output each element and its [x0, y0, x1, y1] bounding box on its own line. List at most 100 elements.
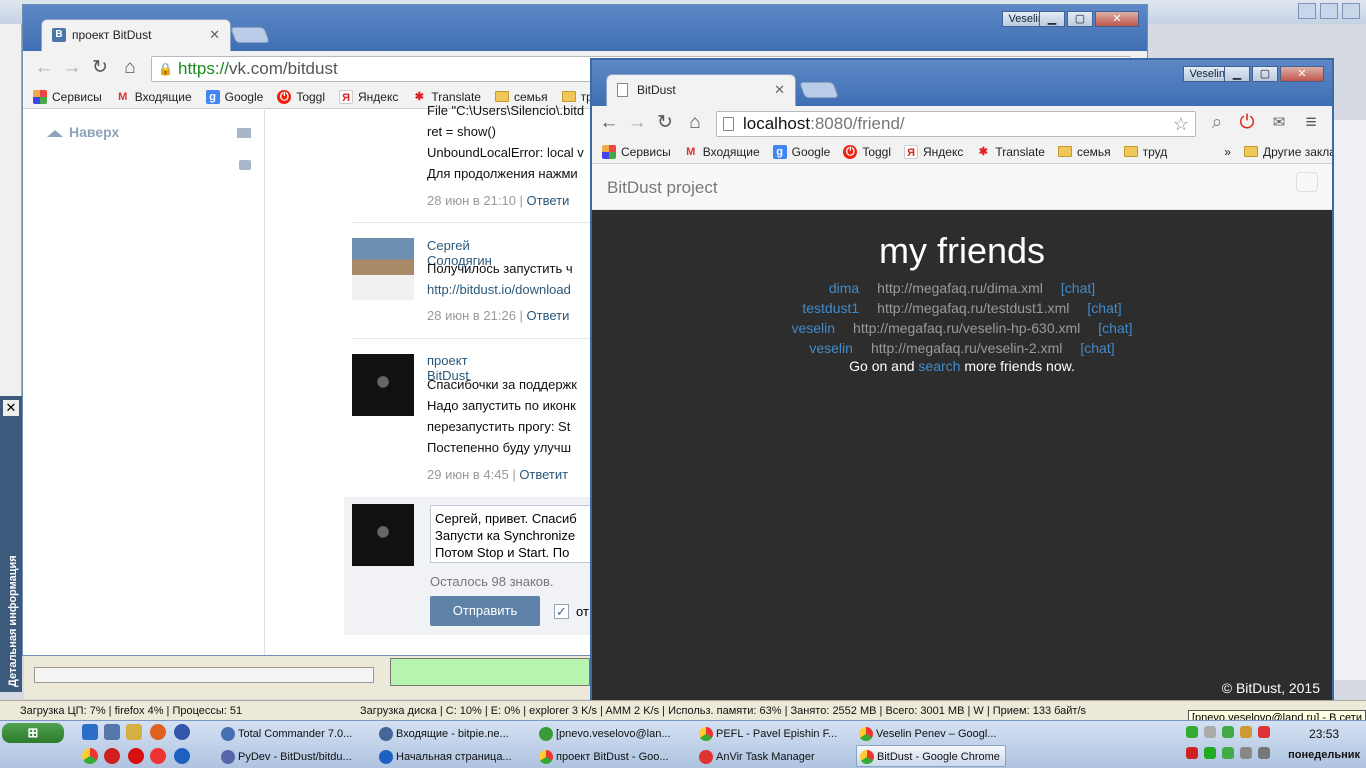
brand[interactable]: BitDust project [607, 178, 718, 198]
tray-icon[interactable] [1186, 726, 1198, 738]
chat-icon[interactable] [239, 160, 251, 170]
bookmark-toggl[interactable]: ⏻ Toggl [843, 144, 891, 159]
quicklaunch-icon[interactable] [150, 724, 166, 740]
tray-icon[interactable] [1204, 747, 1216, 759]
chat-link[interactable]: [chat] [1087, 300, 1121, 316]
home-icon[interactable]: ⌂ [684, 112, 706, 134]
bookmark-services[interactable]: Сервисы [33, 89, 102, 104]
maximize-button[interactable]: ▢ [1067, 11, 1093, 27]
scroll-up-link[interactable]: Наверх [47, 124, 119, 140]
bookmark-inbox[interactable]: M Входящие [684, 145, 760, 159]
tray-icon[interactable] [1222, 747, 1234, 759]
search-icon[interactable]: ⌕ [1206, 112, 1228, 134]
forward-icon[interactable]: → [626, 112, 648, 134]
adblock-icon[interactable]: ⏻ [1236, 112, 1258, 134]
minimize-button[interactable]: ▁ [1224, 66, 1250, 82]
tray-icon[interactable] [1204, 726, 1216, 738]
quicklaunch-icon[interactable] [104, 724, 120, 740]
minimize-button[interactable]: ▁ [1039, 11, 1065, 27]
gmail-checker-icon[interactable]: ✉ [1268, 112, 1290, 134]
opera-icon[interactable] [128, 748, 144, 764]
reload-icon[interactable]: ↻ [89, 57, 111, 79]
taskbar-item[interactable]: PyDev - BitDust/bitdu... [218, 746, 368, 768]
bookmark-inbox[interactable]: M Входящие [116, 90, 192, 104]
bookmarks-overflow[interactable]: » [1224, 145, 1231, 159]
new-tab-button[interactable] [230, 27, 270, 43]
comment-link[interactable]: http://bitdust.io/download [427, 279, 592, 300]
info-panel-close-icon[interactable]: ✕ [3, 400, 19, 416]
disk-status[interactable]: Загрузка диска | C: 10% | E: 0% | explor… [360, 701, 1086, 720]
chat-link[interactable]: [chat] [1061, 280, 1095, 296]
maximize-button[interactable]: ▢ [1252, 66, 1278, 82]
tray-icon[interactable] [1258, 747, 1270, 759]
reply-link[interactable]: Ответи [527, 193, 570, 208]
tray-icon[interactable] [1240, 726, 1252, 738]
comment-date[interactable]: 28 июн в 21:26 [427, 308, 516, 323]
bookmark-work[interactable]: труд [1123, 145, 1167, 159]
friend-name[interactable]: veselin [809, 340, 853, 356]
friend-name[interactable]: dima [829, 280, 859, 296]
search-link[interactable]: search [918, 358, 960, 374]
tab-vk[interactable]: В проект BitDust ✕ [41, 19, 231, 51]
close-window-button[interactable]: ✕ [1095, 11, 1139, 27]
clock[interactable]: 23:53 понедельник [1288, 727, 1360, 761]
taskbar-item[interactable]: AnVir Task Manager [696, 746, 846, 768]
reload-icon[interactable]: ↻ [654, 112, 676, 134]
tray-icon[interactable] [1258, 726, 1270, 738]
taskbar-item[interactable]: Входящие - bitpie.ne... [376, 723, 526, 745]
quicklaunch-icon[interactable] [126, 724, 142, 740]
comment-date[interactable]: 28 июн в 21:10 [427, 193, 516, 208]
home-icon[interactable]: ⌂ [119, 57, 141, 79]
chrome-icon[interactable] [82, 748, 98, 764]
bookmark-yandex[interactable]: Я Яндекс [339, 89, 398, 104]
taskbar-item[interactable]: Veselin Penev – Googl... [856, 723, 1006, 745]
tray-icon[interactable] [1222, 726, 1234, 738]
tray-icon[interactable] [1240, 747, 1252, 759]
comment-date[interactable]: 29 июн в 4:45 [427, 467, 509, 482]
taskbar-item-active[interactable]: BitDust - Google Chrome [856, 745, 1006, 767]
checkbox[interactable]: ✓ [554, 604, 569, 619]
tab-bitdust[interactable]: BitDust ✕ [606, 74, 796, 106]
taskbar-item[interactable]: проект BitDust - Goo... [536, 746, 686, 768]
star-icon[interactable]: ☆ [1173, 112, 1189, 136]
bitdust-address-bar[interactable]: localhost:8080/friend/ ☆ [716, 111, 1196, 137]
bookmark-family[interactable]: семья [1057, 145, 1111, 159]
taskbar-item[interactable]: [pnevo.veselovo@lan... [536, 723, 686, 745]
close-icon[interactable]: ✕ [774, 75, 785, 105]
quicklaunch-icon[interactable] [104, 748, 120, 764]
avatar-sergey[interactable] [352, 238, 414, 300]
bookmark-google[interactable]: g Google [772, 144, 830, 159]
taskbar-item[interactable]: PEFL - Pavel Epishin F... [696, 723, 846, 745]
other-bookmarks[interactable]: Другие закладки [1243, 145, 1332, 159]
chat-link[interactable]: [chat] [1080, 340, 1114, 356]
close-icon[interactable]: ✕ [209, 20, 220, 50]
chat-link[interactable]: [chat] [1098, 320, 1132, 336]
close-window-button[interactable]: ✕ [1280, 66, 1324, 82]
bookmark-toggl[interactable]: ⏻ Toggl [277, 89, 325, 104]
taskbar-item[interactable]: Total Commander 7.0... [218, 723, 368, 745]
navbar-toggle[interactable] [1296, 172, 1318, 192]
background-winbtns[interactable] [1298, 3, 1360, 19]
menu-icon[interactable]: ≡ [1300, 112, 1322, 134]
reply-link[interactable]: Ответит [519, 467, 568, 482]
bookmark-yandex[interactable]: Я Яндекс [904, 144, 963, 159]
reply-link[interactable]: Ответи [527, 308, 570, 323]
reply-textarea[interactable]: Сергей, привет. Спасиб Запусти ка Synchr… [430, 505, 592, 563]
friend-name[interactable]: testdust1 [802, 300, 859, 316]
scrollbar-bottom[interactable] [34, 667, 374, 683]
new-tab-button[interactable] [799, 82, 839, 98]
tray-icon[interactable] [1186, 747, 1198, 759]
quicklaunch-icon[interactable] [82, 724, 98, 740]
forward-icon[interactable]: → [61, 57, 83, 79]
quicklaunch-icon[interactable] [174, 724, 190, 740]
bookmark-translate[interactable]: ✱ Translate [976, 145, 1045, 159]
yandex-browser-icon[interactable] [150, 748, 166, 764]
avatar-bitdust[interactable] [352, 354, 414, 416]
taskbar-item[interactable]: Начальная страница... [376, 746, 526, 768]
cpu-status[interactable]: Загрузка ЦП: 7% | firefox 4% | Процессы:… [20, 701, 242, 720]
friend-name[interactable]: veselin [791, 320, 835, 336]
mail-icon[interactable] [237, 128, 251, 138]
bookmark-services[interactable]: Сервисы [602, 144, 671, 159]
back-icon[interactable]: ← [33, 57, 55, 79]
back-icon[interactable]: ← [598, 112, 620, 134]
